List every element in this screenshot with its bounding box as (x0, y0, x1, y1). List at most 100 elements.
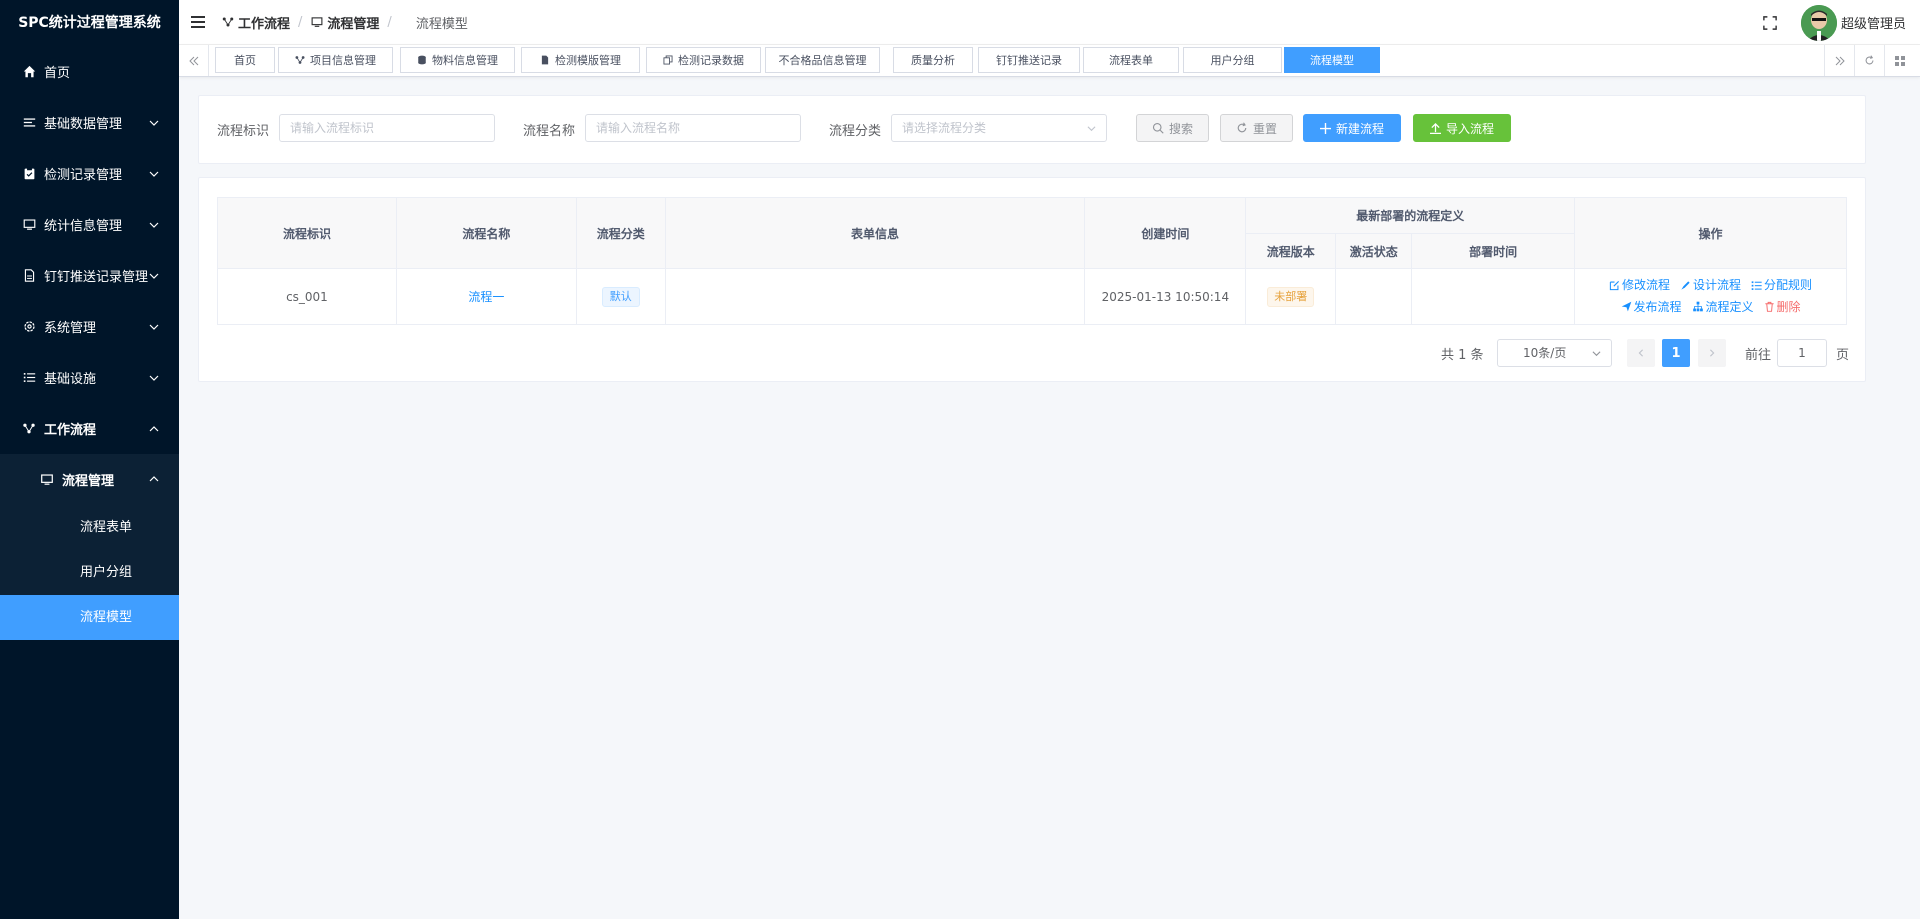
button-label: 新建流程 (1335, 121, 1384, 136)
assign-rule-button[interactable]: 分配规则 (1751, 275, 1812, 295)
tab-dingtalk-record[interactable]: 钉钉推送记录 (978, 47, 1080, 73)
sidebar-item-process-model[interactable]: 流程模型 (0, 595, 179, 640)
tab-home[interactable]: 首页 (215, 47, 275, 73)
header-ops: 操作 (1574, 197, 1847, 269)
tags-view-bar: 首页 项目信息管理 物料信息管理 检测模版管理 检测记录数据 不合格品信息管理 … (179, 45, 1920, 77)
import-process-button[interactable]: 导入流程 (1413, 114, 1511, 142)
tab-label: 首页 (234, 54, 256, 67)
chevron-down-icon (1087, 126, 1096, 132)
sidebar-item-label: 基础设施 (44, 372, 97, 387)
chevron-down-icon (149, 222, 159, 228)
tab-label: 钉钉推送记录 (996, 54, 1062, 67)
process-category-select[interactable]: 请选择流程分类 (891, 114, 1107, 142)
sidebar-item-label: 流程管理 (62, 474, 115, 489)
sidebar-item-basic-data[interactable]: 基础数据管理 (0, 97, 179, 148)
scroll-left-icon[interactable] (179, 45, 209, 76)
page-size-select[interactable]: 10条/页 (1497, 339, 1612, 367)
sidebar-item-home[interactable]: 首页 (0, 46, 179, 97)
hamburger-icon[interactable] (191, 16, 205, 28)
tab-nonconforming[interactable]: 不合格品信息管理 (765, 47, 880, 73)
breadcrumb-item[interactable]: 工作流程 (238, 13, 290, 32)
next-page-button[interactable] (1698, 339, 1726, 367)
tab-process-model[interactable]: 流程模型 (1284, 47, 1380, 73)
sidebar-item-infra[interactable]: 基础设施 (0, 352, 179, 403)
create-process-button[interactable]: 新建流程 (1303, 114, 1401, 142)
sidebar: SPC统计过程管理系统 首页 基础数据管理 检测记录管理 统计信息管理 钉钉推送… (0, 0, 179, 919)
sidebar-item-label: 工作流程 (44, 423, 97, 438)
list-icon (22, 116, 36, 130)
search-icon (1152, 122, 1164, 134)
chevron-down-icon (149, 120, 159, 126)
trash-icon (1764, 301, 1774, 312)
goto-page-input[interactable]: 1 (1777, 339, 1827, 367)
page-number[interactable]: 1 (1662, 339, 1690, 367)
avatar[interactable] (1800, 4, 1837, 41)
tab-user-group[interactable]: 用户分组 (1183, 47, 1282, 73)
header-name: 流程名称 (395, 197, 577, 269)
sidebar-item-label: 系统管理 (44, 321, 97, 336)
tab-material-info[interactable]: 物料信息管理 (400, 47, 515, 73)
flow-icon (22, 422, 36, 436)
list-icon (22, 371, 36, 385)
sidebar-item-label: 基础数据管理 (44, 117, 123, 132)
sidebar-item-inspection[interactable]: 检测记录管理 (0, 148, 179, 199)
tab-process-form[interactable]: 流程表单 (1083, 47, 1179, 73)
process-key-input[interactable]: 请输入流程标识 (279, 114, 495, 142)
sidebar-item-dingtalk[interactable]: 钉钉推送记录管理 (0, 250, 179, 301)
process-model-table: 流程标识 流程名称 流程分类 表单信息 创建时间 最新部署的流程定义 操作 流程… (217, 197, 1847, 325)
search-button[interactable]: 搜索 (1136, 114, 1209, 142)
sidebar-item-system[interactable]: 系统管理 (0, 301, 179, 352)
breadcrumb-current: 流程模型 (415, 16, 468, 32)
monitor-icon (311, 17, 323, 27)
status-badge: 未部署 (1267, 286, 1315, 307)
sidebar-item-user-group[interactable]: 用户分组 (0, 550, 179, 595)
chevron-left-icon (1638, 349, 1643, 357)
header-deploy-time: 部署时间 (1411, 233, 1576, 269)
publish-process-button[interactable]: 发布流程 (1621, 297, 1682, 317)
process-name-link[interactable]: 流程一 (468, 290, 504, 304)
delete-button[interactable]: 删除 (1764, 297, 1801, 317)
cell-form (664, 268, 1086, 325)
tab-project-info[interactable]: 项目信息管理 (278, 47, 393, 73)
chevron-down-icon (149, 171, 159, 177)
button-label: 重置 (1252, 121, 1277, 136)
grid-menu-icon[interactable] (1884, 45, 1914, 76)
header-latest-definition: 最新部署的流程定义 (1245, 197, 1576, 234)
cell-ops: 修改流程 设计流程 分配规则 发布流程 流程定义 删除 (1574, 268, 1847, 325)
scroll-right-icon[interactable] (1824, 45, 1854, 76)
sidebar-item-process-mgmt[interactable]: 流程管理 (0, 454, 179, 505)
tab-template[interactable]: 检测模版管理 (521, 47, 640, 73)
sidebar-item-statistics[interactable]: 统计信息管理 (0, 199, 179, 250)
app-title: SPC统计过程管理系统 (18, 15, 161, 31)
tab-label: 检测模版管理 (555, 54, 621, 67)
filter-key-label: 流程标识 (217, 124, 270, 139)
tab-label: 不合格品信息管理 (778, 54, 867, 67)
username[interactable]: 超级管理员 (1841, 13, 1906, 32)
edit-process-button[interactable]: 修改流程 (1609, 275, 1670, 295)
process-definition-button[interactable]: 流程定义 (1692, 297, 1754, 317)
button-label: 导入流程 (1445, 121, 1494, 136)
upload-icon (1429, 122, 1441, 134)
top-navbar: 工作流程 / 流程管理 / 流程模型 超级管理员 (179, 0, 1920, 45)
edit-icon (1609, 280, 1620, 290)
sidebar-item-label: 检测记录管理 (44, 168, 123, 183)
header-version: 流程版本 (1245, 233, 1337, 269)
refresh-icon[interactable] (1854, 45, 1884, 76)
document-icon (22, 269, 36, 283)
cell-created: 2025-01-13 10:50:14 (1084, 268, 1247, 325)
reset-button[interactable]: 重置 (1220, 114, 1293, 142)
sidebar-item-workflow[interactable]: 工作流程 (0, 403, 179, 454)
process-name-input[interactable]: 请输入流程名称 (585, 114, 801, 142)
tab-quality-analysis[interactable]: 质量分析 (893, 47, 973, 73)
copy-icon (663, 55, 673, 65)
tab-inspection-data[interactable]: 检测记录数据 (646, 47, 761, 73)
prev-page-button[interactable] (1627, 339, 1655, 367)
pagination-total: 共 1 条 (1441, 347, 1484, 363)
breadcrumb-item[interactable]: 流程管理 (327, 13, 379, 32)
sidebar-item-label: 钉钉推送记录管理 (44, 270, 149, 285)
fullscreen-icon[interactable] (1763, 15, 1777, 30)
sidebar-item-process-form[interactable]: 流程表单 (0, 505, 179, 550)
header-active: 激活状态 (1335, 233, 1413, 269)
gear-icon (22, 320, 36, 334)
design-process-button[interactable]: 设计流程 (1680, 275, 1741, 295)
